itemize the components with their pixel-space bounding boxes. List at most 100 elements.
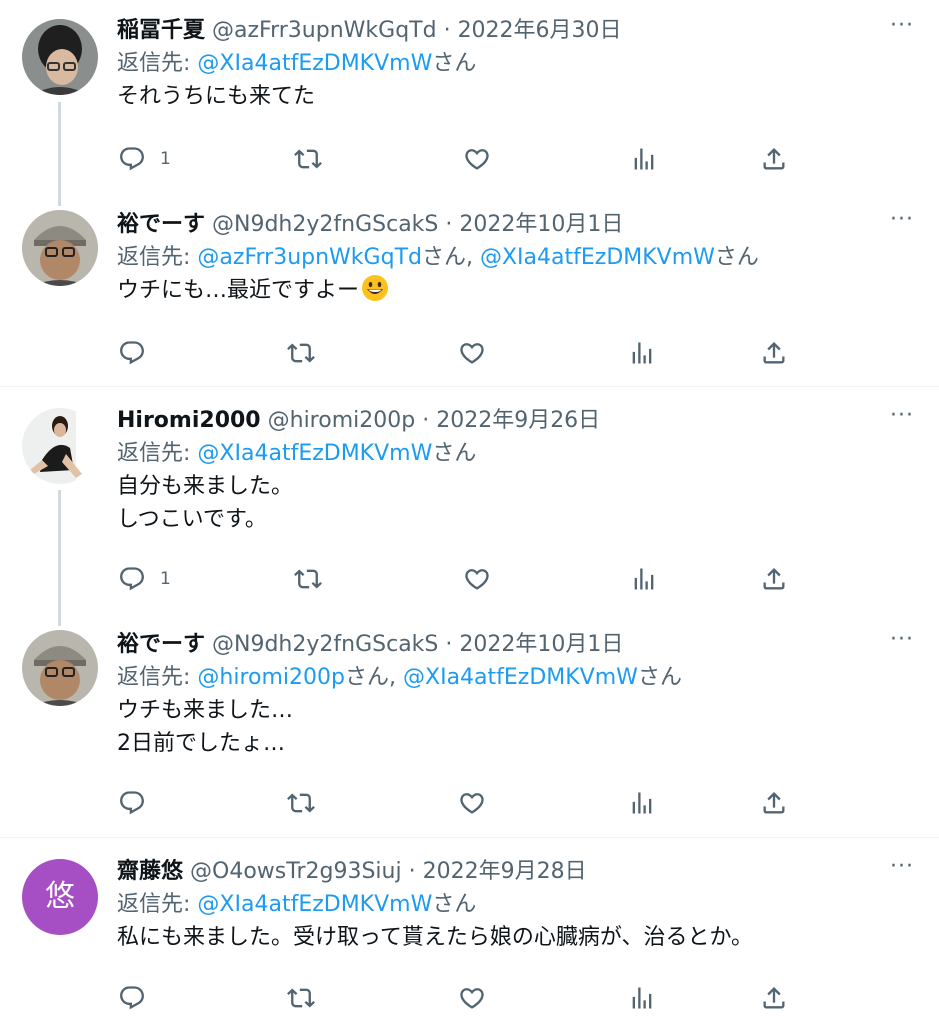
thread-divider — [0, 837, 939, 838]
share-icon — [760, 565, 788, 593]
reply-icon — [118, 789, 146, 817]
share-icon — [760, 789, 788, 817]
reply-button[interactable] — [118, 788, 160, 818]
avatar[interactable] — [22, 210, 98, 286]
more-options-icon[interactable]: ··· — [889, 209, 915, 236]
user-handle[interactable]: @N9dh2y2fnGScakS — [212, 212, 438, 237]
separator: · — [422, 408, 430, 433]
more-options-icon[interactable]: ··· — [889, 405, 915, 432]
more-options-icon[interactable]: ··· — [889, 15, 915, 42]
avatar[interactable]: 悠 — [22, 859, 98, 935]
honorific: さん — [345, 665, 390, 690]
tweet-date[interactable]: 2022年9月28日 — [423, 859, 587, 884]
user-handle[interactable]: @N9dh2y2fnGScakS — [212, 632, 438, 657]
action-bar — [0, 983, 939, 1013]
reply-button[interactable] — [118, 338, 160, 368]
mention-link[interactable]: @azFrr3upnWkGqTd — [197, 245, 422, 270]
views-button[interactable] — [630, 564, 658, 594]
like-button[interactable] — [458, 338, 486, 368]
like-icon — [458, 789, 486, 817]
reply-count: 1 — [160, 569, 171, 589]
retweet-icon — [287, 789, 315, 817]
honorific: さん — [637, 665, 682, 690]
honorific: さん — [432, 441, 477, 466]
share-button[interactable] — [760, 144, 788, 174]
reply-icon — [118, 565, 146, 593]
share-button[interactable] — [760, 338, 788, 368]
action-bar — [0, 788, 939, 818]
tweet-date[interactable]: 2022年9月26日 — [436, 408, 600, 433]
mention-link[interactable]: @XIa4atfEzDMKVmW — [197, 51, 432, 76]
reply-icon — [118, 984, 146, 1012]
tweet-text: 私にも来ました。受け取って貰えたら娘の心臓病が、治るとか。 — [117, 921, 939, 954]
views-button[interactable] — [628, 788, 656, 818]
views-button[interactable] — [628, 338, 656, 368]
views-button[interactable] — [630, 144, 658, 174]
thread-divider — [0, 386, 939, 387]
avatar[interactable] — [22, 19, 98, 95]
tweet-text: ウチも来ました… 2日前でしたょ… — [117, 694, 939, 760]
mention-link[interactable]: @XIa4atfEzDMKVmW — [197, 441, 432, 466]
user-handle[interactable]: @azFrr3upnWkGqTd — [212, 18, 437, 43]
separator: · — [445, 632, 453, 657]
like-button[interactable] — [463, 144, 491, 174]
display-name[interactable]: Hiromi2000 — [117, 408, 261, 433]
reply-icon — [118, 145, 146, 173]
retweet-button[interactable] — [287, 338, 315, 368]
share-icon — [760, 145, 788, 173]
tweet-text-line: 2日前でしたょ… — [117, 731, 285, 756]
avatar-letter: 悠 — [45, 879, 75, 914]
tweet-date[interactable]: 2022年10月1日 — [459, 632, 623, 657]
reply-button[interactable] — [118, 983, 160, 1013]
mention-link[interactable]: @XIa4atfEzDMKVmW — [403, 665, 638, 690]
display-name[interactable]: 裕でーす — [117, 212, 205, 237]
separator: · — [408, 859, 416, 884]
more-options-icon[interactable]: ··· — [889, 629, 915, 656]
reply-count: 1 — [160, 149, 171, 169]
user-handle[interactable]: @hiromi200p — [268, 408, 416, 433]
like-icon — [458, 339, 486, 367]
reply-button[interactable]: 1 — [118, 564, 171, 594]
reply-prefix: 返信先: — [117, 892, 191, 917]
tweet-date[interactable]: 2022年10月1日 — [459, 212, 623, 237]
reply-to: 返信先: @azFrr3upnWkGqTdさん, @XIa4atfEzDMKVm… — [117, 245, 759, 270]
display-name[interactable]: 稲冨千夏 — [117, 18, 205, 43]
retweet-icon — [294, 565, 322, 593]
retweet-button[interactable] — [294, 144, 322, 174]
retweet-icon — [287, 339, 315, 367]
like-button[interactable] — [463, 564, 491, 594]
avatar[interactable] — [22, 408, 98, 484]
retweet-button[interactable] — [287, 788, 315, 818]
display-name[interactable]: 齋藤悠 — [117, 859, 183, 884]
tweet-text-line: 自分も来ました。 — [117, 474, 294, 499]
honorific: さん — [432, 51, 477, 76]
share-button[interactable] — [760, 983, 788, 1013]
action-bar — [0, 338, 939, 368]
tweet-date[interactable]: 2022年6月30日 — [458, 18, 622, 43]
reply-prefix: 返信先: — [117, 665, 191, 690]
views-button[interactable] — [628, 983, 656, 1013]
reply-to: 返信先: @XIa4atfEzDMKVmWさん — [117, 438, 939, 470]
mention-link[interactable]: @XIa4atfEzDMKVmW — [480, 245, 715, 270]
retweet-button[interactable] — [287, 983, 315, 1013]
like-icon — [463, 565, 491, 593]
separator: · — [443, 18, 451, 43]
like-button[interactable] — [458, 983, 486, 1013]
reply-icon — [118, 339, 146, 367]
share-icon — [760, 339, 788, 367]
mention-link[interactable]: @hiromi200p — [197, 665, 345, 690]
tweet-text-line: ウチも来ました… — [117, 698, 294, 723]
reply-prefix: 返信先: — [117, 245, 191, 270]
tweet-text-line: ウチにも…最近ですよー — [117, 278, 360, 303]
share-button[interactable] — [760, 564, 788, 594]
share-button[interactable] — [760, 788, 788, 818]
display-name[interactable]: 裕でーす — [117, 632, 205, 657]
retweet-button[interactable] — [294, 564, 322, 594]
more-options-icon[interactable]: ··· — [889, 856, 915, 883]
action-bar: 1 — [0, 564, 939, 594]
reply-button[interactable]: 1 — [118, 144, 171, 174]
like-button[interactable] — [458, 788, 486, 818]
mention-link[interactable]: @XIa4atfEzDMKVmW — [197, 892, 432, 917]
user-handle[interactable]: @O4owsTr2g93Siuj — [190, 859, 402, 884]
avatar[interactable] — [22, 630, 98, 706]
